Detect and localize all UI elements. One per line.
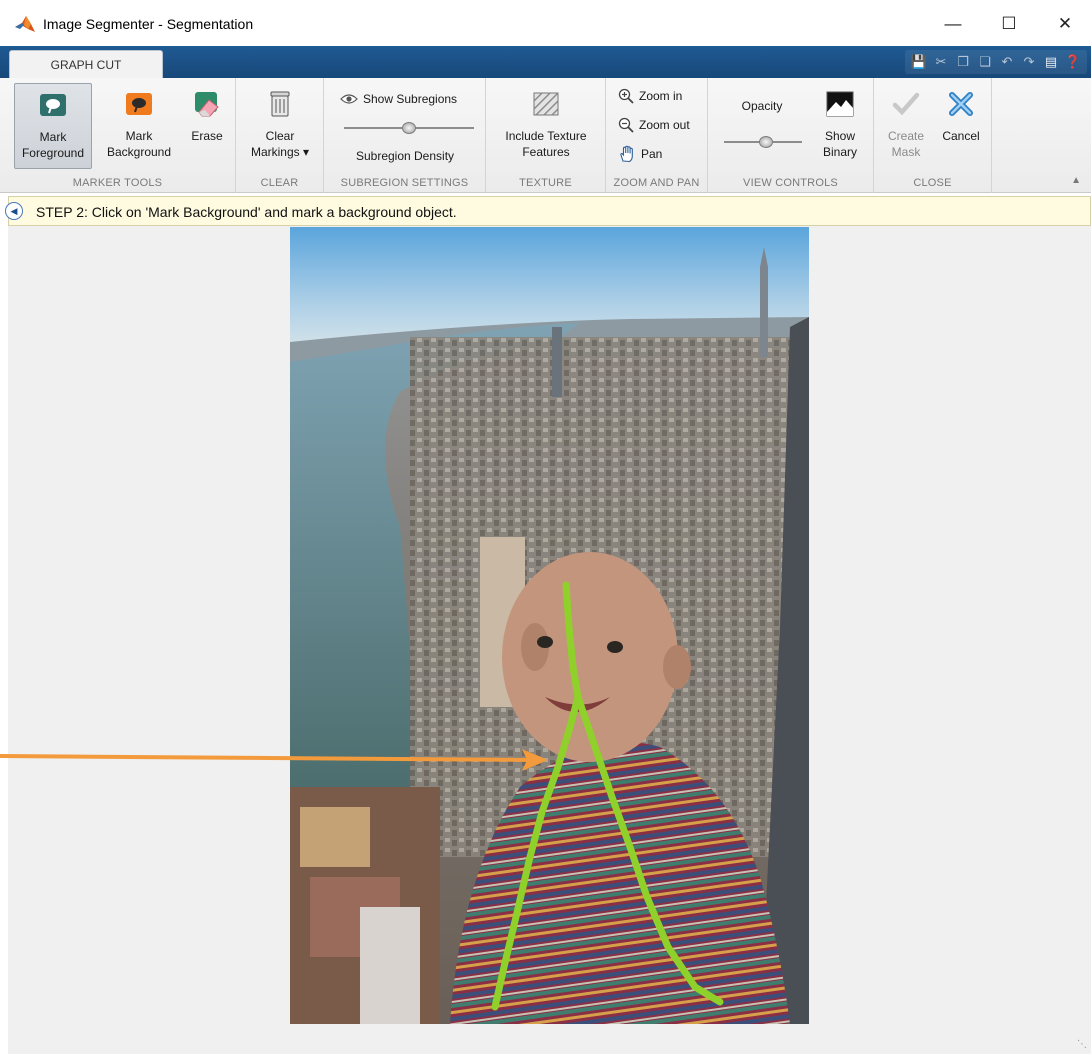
close-icon: ✕ (1057, 14, 1073, 33)
group-view-controls: Opacity Show Binary VIEW CONTROLS (708, 78, 874, 193)
minimize-icon: — (944, 14, 962, 33)
erase-label: Erase (191, 129, 223, 143)
undo-icon[interactable]: ↶ (997, 52, 1017, 72)
include-texture-label-1: Include Texture (505, 129, 587, 143)
layout-icon[interactable]: ▤ (1041, 52, 1061, 72)
cancel-button[interactable]: Cancel (934, 83, 988, 169)
window-title: Image Segmenter - Segmentation (43, 16, 254, 32)
zoom-out-icon (618, 117, 634, 133)
mark-background-label-1: Mark (125, 129, 153, 143)
group-label-close: CLOSE (913, 177, 952, 189)
toolstrip: Mark Foreground Mark Background Erase MA… (0, 78, 1091, 193)
tab-graph-cut[interactable]: GRAPH CUT (9, 50, 163, 78)
zoom-in-button[interactable]: Zoom in (618, 88, 682, 104)
clear-markings-label-1: Clear (265, 129, 295, 143)
group-label-clear: CLEAR (260, 177, 299, 189)
zoom-out-label: Zoom out (639, 118, 690, 132)
show-binary-label-1: Show (824, 129, 856, 143)
show-binary-button[interactable]: Show Binary (812, 83, 868, 169)
create-mask-label-1: Create (887, 129, 925, 143)
instruction-text: STEP 2: Click on 'Mark Background' and m… (36, 204, 457, 220)
mark-foreground-label-1: Mark (39, 130, 67, 144)
include-texture-button[interactable]: Include Texture Features (492, 83, 600, 169)
pan-label: Pan (641, 147, 663, 161)
segmentation-image[interactable] (290, 227, 809, 1024)
trash-can-icon (270, 91, 290, 117)
group-marker-tools: Mark Foreground Mark Background Erase MA… (0, 78, 236, 193)
maximize-icon: ☐ (1001, 14, 1017, 33)
slider-thumb[interactable] (759, 136, 773, 148)
save-icon[interactable]: 💾 (909, 52, 929, 72)
redo-icon[interactable]: ↷ (1019, 52, 1039, 72)
mark-foreground-icon (40, 94, 66, 116)
image-canvas[interactable]: ⋱ (8, 226, 1091, 1054)
opacity-slider[interactable] (724, 136, 802, 148)
group-label-zoom-and-pan: ZOOM AND PAN (613, 177, 700, 189)
paste-icon[interactable]: ❏ (975, 52, 995, 72)
group-label-texture: TEXTURE (519, 177, 572, 189)
resize-grip-icon[interactable]: ⋱ (1077, 1039, 1087, 1050)
clear-markings-button[interactable]: Clear Markings ▾ (240, 83, 320, 169)
slider-thumb[interactable] (402, 122, 416, 134)
mark-background-label-2: Background (106, 145, 172, 159)
cancel-label: Cancel (942, 129, 980, 143)
eraser-icon (195, 92, 219, 117)
group-close: Create Mask Cancel CLOSE (874, 78, 992, 193)
eye-icon (340, 94, 358, 104)
group-subregion-settings: Show Subregions Subregion Density SUBREG… (324, 78, 486, 193)
cut-icon[interactable]: ✂ (931, 52, 951, 72)
title-bar: Image Segmenter - Segmentation — ☐ ✕ (0, 0, 1091, 46)
minimize-button[interactable]: — (930, 6, 976, 42)
instruction-bar: ◀ STEP 2: Click on 'Mark Background' and… (5, 196, 1091, 226)
group-label-view-controls: VIEW CONTROLS (743, 177, 838, 189)
subregion-density-slider[interactable] (344, 122, 474, 134)
maximize-button[interactable]: ☐ (986, 6, 1032, 42)
group-label-subregion-settings: SUBREGION SETTINGS (340, 177, 469, 189)
copy-icon[interactable]: ❐ (953, 52, 973, 72)
group-texture: Include Texture Features TEXTURE (486, 78, 606, 193)
erase-button[interactable]: Erase (184, 83, 230, 169)
mark-foreground-button[interactable]: Mark Foreground (14, 83, 92, 169)
zoom-out-button[interactable]: Zoom out (618, 117, 690, 133)
help-icon[interactable]: ❓ (1063, 52, 1083, 72)
group-label-marker-tools: MARKER TOOLS (72, 177, 163, 189)
texture-icon (533, 92, 559, 116)
collapse-ribbon-icon[interactable]: ▲ (1071, 175, 1081, 186)
quick-access-toolbar: 💾 ✂ ❐ ❏ ↶ ↷ ▤ ❓ (905, 50, 1087, 74)
zoom-in-icon (618, 88, 634, 104)
clear-markings-label-2: Markings ▾ (250, 145, 310, 159)
create-mask-label-2: Mask (891, 145, 921, 159)
pan-button[interactable]: Pan (618, 145, 662, 163)
show-subregions-toggle[interactable]: Show Subregions (340, 92, 457, 106)
group-zoom-and-pan: Zoom in Zoom out Pan ZOOM AND PAN (606, 78, 708, 193)
opacity-label: Opacity (741, 99, 783, 113)
zoom-in-label: Zoom in (639, 89, 683, 103)
show-subregions-label: Show Subregions (363, 92, 458, 106)
collapse-instructions-icon[interactable]: ◀ (5, 202, 23, 220)
subregion-density-label: Subregion Density (355, 149, 455, 163)
create-mask-button[interactable]: Create Mask (878, 83, 934, 169)
close-window-button[interactable]: ✕ (1042, 6, 1088, 42)
checkmark-icon (892, 92, 920, 116)
group-clear: Clear Markings ▾ CLEAR (236, 78, 324, 193)
include-texture-label-2: Features (522, 145, 570, 159)
ribbon-tab-strip: GRAPH CUT 💾 ✂ ❐ ❏ ↶ ↷ ▤ ❓ (0, 46, 1091, 78)
mark-foreground-label-2: Foreground (21, 146, 85, 160)
show-binary-label-2: Binary (822, 145, 857, 159)
mark-background-icon (126, 93, 152, 115)
hand-icon (620, 145, 633, 163)
matlab-logo-icon (15, 16, 35, 32)
cancel-x-icon (949, 92, 973, 116)
binary-image-icon (826, 91, 854, 117)
mark-background-button[interactable]: Mark Background (96, 83, 182, 169)
